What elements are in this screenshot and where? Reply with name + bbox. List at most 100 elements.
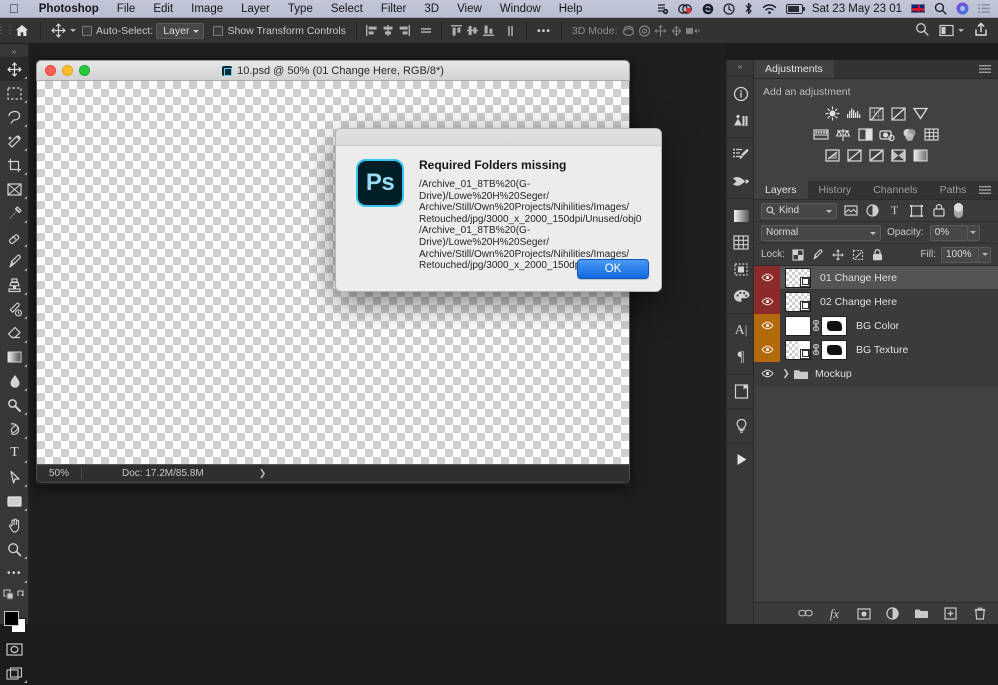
distribute-horizontal-icon[interactable] [418, 23, 434, 39]
black-white-icon[interactable] [856, 126, 875, 143]
patterns-panel-icon[interactable] [727, 229, 755, 256]
control-center-icon[interactable] [978, 3, 990, 14]
distribute-vertical-icon[interactable] [503, 23, 519, 39]
lock-artboard-nesting-icon[interactable] [851, 248, 865, 262]
screen-mode-icon[interactable] [0, 661, 29, 685]
clone-stamp-tool[interactable] [0, 273, 29, 297]
lock-transparent-pixels-icon[interactable] [791, 248, 805, 262]
gradients-panel-icon[interactable] [727, 202, 755, 229]
orbit-3d-icon[interactable] [621, 23, 637, 39]
blend-mode-dropdown[interactable]: Normal [761, 224, 881, 241]
layer-thumbnail[interactable] [785, 291, 811, 312]
color-balance-icon[interactable] [834, 126, 853, 143]
mask-link-icon[interactable] [811, 320, 821, 331]
lock-image-pixels-icon[interactable] [811, 248, 825, 262]
align-bottom-icon[interactable] [481, 23, 497, 39]
type-tool[interactable]: T [0, 441, 29, 465]
opacity-stepper-icon[interactable] [967, 224, 980, 241]
collapse-panels-icon[interactable]: « [727, 60, 753, 73]
blur-tool[interactable] [0, 369, 29, 393]
table-row[interactable]: BG Texture [754, 337, 998, 362]
recording-icon[interactable] [677, 3, 693, 15]
layer-visibility-toggle[interactable] [754, 313, 780, 338]
zoom-tool[interactable] [0, 537, 29, 561]
menu-item-help[interactable]: Help [550, 3, 592, 15]
vibrance-icon[interactable] [911, 105, 930, 122]
hue-saturation-icon[interactable] [812, 126, 831, 143]
delete-layer-icon[interactable] [972, 606, 987, 622]
edit-toolbar-button[interactable]: ••• [0, 561, 29, 585]
slide-3d-icon[interactable] [669, 23, 685, 39]
chevron-right-icon[interactable]: ❯ [780, 368, 792, 379]
layer-mask-thumbnail[interactable] [821, 339, 847, 360]
frame-tool[interactable] [0, 177, 29, 201]
rectangular-marquee-tool[interactable] [0, 81, 29, 105]
brushes-panel-icon[interactable] [727, 168, 755, 195]
lasso-tool[interactable] [0, 105, 29, 129]
checkbox[interactable] [213, 25, 224, 36]
tab-adjustments[interactable]: Adjustments [754, 60, 834, 78]
apple-logo-icon[interactable]:  [0, 2, 30, 15]
document-title-bar[interactable]: 10.psd @ 50% (01 Change Here, RGB/8*) [36, 60, 630, 81]
align-center-horizontal-icon[interactable] [380, 23, 396, 39]
curves-icon[interactable] [867, 105, 886, 122]
siri-icon[interactable] [956, 2, 969, 15]
lock-all-icon[interactable] [871, 248, 885, 262]
filter-kind-dropdown[interactable]: Kind [761, 202, 837, 219]
layer-thumbnail[interactable] [785, 339, 811, 360]
table-row[interactable]: ❯ Mockup [754, 362, 998, 386]
search-icon[interactable] [915, 22, 929, 39]
dodge-tool[interactable] [0, 393, 29, 417]
menu-item-type[interactable]: Type [279, 3, 322, 15]
share-icon[interactable] [974, 21, 988, 40]
chevron-down-icon[interactable] [958, 29, 964, 32]
history-brush-tool[interactable] [0, 297, 29, 321]
selective-color-icon[interactable] [889, 147, 908, 164]
levels-icon[interactable] [845, 105, 864, 122]
eyedropper-tool[interactable] [0, 201, 29, 225]
search-icon[interactable] [934, 2, 947, 15]
layer-name[interactable]: Mockup [815, 368, 852, 380]
lock-position-icon[interactable] [831, 248, 845, 262]
quick-mask-icon[interactable] [0, 637, 29, 661]
menu-item-3d[interactable]: 3D [415, 3, 448, 15]
eraser-tool[interactable] [0, 321, 29, 345]
wifi-icon[interactable] [762, 3, 777, 15]
gradient-map-icon[interactable] [911, 147, 930, 164]
bluetooth-icon[interactable] [744, 2, 753, 15]
smart-object-filter-icon[interactable] [930, 203, 947, 219]
layer-visibility-toggle[interactable] [754, 266, 780, 290]
table-row[interactable]: 02 Change Here [754, 289, 998, 314]
menu-item-edit[interactable]: Edit [144, 3, 182, 15]
ok-button[interactable]: OK [577, 259, 649, 279]
tab-history[interactable]: History [808, 181, 863, 199]
tab-channels[interactable]: Channels [862, 181, 928, 199]
gradient-tool[interactable] [0, 345, 29, 369]
menu-item-window[interactable]: Window [491, 3, 550, 15]
status-expand-icon[interactable]: ❯ [259, 468, 267, 479]
new-group-icon[interactable] [914, 606, 929, 622]
hand-tool[interactable] [0, 513, 29, 537]
swatches-panel-icon[interactable] [727, 283, 755, 310]
layer-visibility-toggle[interactable] [754, 289, 780, 314]
menu-item-filter[interactable]: Filter [372, 3, 416, 15]
move-tool[interactable] [0, 57, 29, 81]
layer-thumbnail[interactable] [785, 315, 811, 336]
layer-name[interactable]: BG Color [856, 320, 899, 332]
filter-toggle[interactable] [954, 203, 963, 218]
character-panel-icon[interactable]: A| [727, 317, 755, 344]
layer-name[interactable]: 02 Change Here [820, 296, 897, 308]
fill-value[interactable]: 100% [941, 246, 979, 263]
tab-paths[interactable]: Paths [929, 181, 978, 199]
panel-menu-icon[interactable] [979, 60, 998, 78]
default-colors-icon[interactable] [0, 585, 29, 605]
menubar-clock[interactable]: Sat 23 May 23 01 [812, 3, 902, 15]
align-right-icon[interactable] [396, 23, 412, 39]
pen-tool[interactable] [0, 417, 29, 441]
auto-select-scope-dropdown[interactable]: Layer [156, 22, 205, 39]
show-transform-controls-checkbox[interactable]: Show Transform Controls [210, 18, 348, 44]
panel-menu-icon[interactable] [979, 181, 998, 199]
path-selection-tool[interactable] [0, 465, 29, 489]
link-layers-icon[interactable] [798, 606, 813, 622]
exposure-icon[interactable] [889, 105, 908, 122]
